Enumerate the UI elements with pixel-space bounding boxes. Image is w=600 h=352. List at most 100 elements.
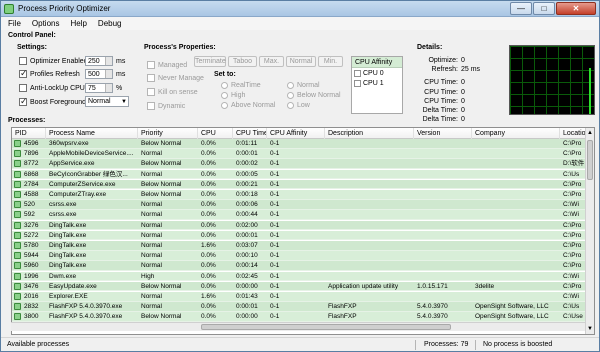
radio-normal[interactable]: Normal: [287, 82, 320, 89]
horizontal-scrollbar[interactable]: [11, 322, 585, 331]
scroll-thumb[interactable]: [587, 140, 593, 180]
scroll-down-icon[interactable]: ▼: [586, 324, 594, 334]
table-cell: 0:00:01: [236, 231, 258, 239]
cpu-affinity-item-1[interactable]: CPU 1: [352, 78, 402, 88]
table-row[interactable]: 4588 ComputerZTray.exe Below Normal 0.0% 0:0…: [12, 190, 586, 200]
max-priority-button[interactable]: Max.: [259, 56, 284, 67]
column-header-process-name[interactable]: Process Name: [46, 128, 138, 139]
anti-lockup-input[interactable]: 75: [85, 83, 113, 93]
table-row[interactable]: 8772 AppService.exe Below Normal 0.0% 0:00:0…: [12, 159, 586, 170]
table-row[interactable]: 5960 DingTalk.exe Normal 0.0% 0:00:14 0-1 C:\P…: [12, 261, 586, 272]
table-row[interactable]: 3800 FlashFXP 5.4.0.3970.exe Below Normal 0…: [12, 312, 586, 323]
table-row[interactable]: 4596 360wpsrv.exe Below Normal 0.0% 0:01:11 0…: [12, 139, 586, 149]
table-row[interactable]: 7896 AppleMobileDeviceService.... Normal 0.…: [12, 149, 586, 159]
table-row[interactable]: 1996 Dwm.exe High 0.0% 0:02:45 0-1 C:\Wi: [12, 271, 586, 282]
table-cell: 0:00:14: [236, 262, 258, 270]
vertical-scrollbar[interactable]: ▲ ▼: [585, 128, 594, 334]
radio-dot[interactable]: [287, 82, 294, 89]
radio-below-normal[interactable]: Below Normal: [287, 92, 341, 99]
table-row[interactable]: 2832 FlashFXP 5.4.0.3970.exe Normal 0.0% 0:0…: [12, 302, 586, 312]
table-row[interactable]: 5944 DingTalk.exe Normal 0.0% 0:00:10 0-1 C:\P…: [12, 251, 586, 261]
radio-below-normal-label: Below Normal: [297, 92, 341, 99]
close-button[interactable]: ✕: [556, 2, 596, 15]
terminate-button[interactable]: Terminate: [194, 56, 226, 67]
checkbox-box[interactable]: [354, 69, 361, 77]
checkbox-box[interactable]: [19, 57, 27, 65]
table-row[interactable]: 6868 BeCyIconGrabber 绿色汉... Normal 0.0% 0:00…: [12, 169, 586, 180]
radio-realtime[interactable]: RealTime: [221, 82, 261, 89]
radio-dot[interactable]: [221, 92, 228, 99]
delta-time-value-2: 0: [461, 116, 465, 123]
min-priority-button[interactable]: Min.: [318, 56, 343, 67]
menu-options[interactable]: Options: [32, 17, 60, 30]
menu-debug[interactable]: Debug: [98, 17, 122, 30]
table-row[interactable]: 2016 Explorer.EXE Normal 1.6% 0:01:43 0-1 C:\W…: [12, 292, 586, 302]
checkbox-box[interactable]: [147, 88, 155, 96]
column-header-pid[interactable]: PID: [12, 128, 46, 139]
cpu-affinity-list[interactable]: CPU Affinity CPU 0 CPU 1: [351, 56, 403, 114]
column-header-cpu[interactable]: CPU: [198, 128, 233, 139]
column-header-cpu-affinity[interactable]: CPU Affinity: [267, 128, 325, 139]
checkbox-box[interactable]: [147, 102, 155, 110]
anti-lockup-checkbox[interactable]: Anti-LockUp CPU: [19, 84, 85, 92]
column-header-cpu-time[interactable]: CPU Time: [233, 128, 267, 139]
checkbox-box[interactable]: [354, 79, 361, 87]
table-row[interactable]: 5780 DingTalk.exe Normal 1.6% 0:03:07 0-1 C:\P…: [12, 241, 586, 251]
minimize-button[interactable]: —: [510, 2, 532, 15]
checkbox-box[interactable]: [19, 96, 28, 107]
table-cell: C:\Wi: [563, 211, 579, 219]
radio-high[interactable]: High: [221, 92, 245, 99]
checkbox-box[interactable]: [19, 68, 28, 79]
boost-foreground-checkbox[interactable]: Boost Foreground: [19, 96, 86, 107]
menu-file[interactable]: File: [8, 17, 21, 30]
column-header-company[interactable]: Company: [472, 128, 560, 139]
boost-priority-select[interactable]: Normal ▼: [85, 96, 129, 107]
table-cell: 0:00:44: [236, 211, 258, 219]
table-cell: 0:00:01: [236, 303, 258, 311]
radio-dot[interactable]: [287, 102, 294, 109]
table-cell: OpenSight Software, LLC: [475, 313, 549, 321]
table-cell: Normal: [141, 231, 162, 239]
optimizer-enabled-checkbox[interactable]: Optimizer Enabled: [19, 57, 88, 65]
managed-checkbox[interactable]: Managed: [147, 61, 187, 69]
never-manage-checkbox[interactable]: Never Manage: [147, 74, 204, 82]
radio-dot[interactable]: [221, 82, 228, 89]
taboo-button[interactable]: Taboo: [228, 56, 257, 67]
kill-on-sense-checkbox[interactable]: Kill on sense: [147, 88, 198, 96]
normal-priority-button[interactable]: Normal: [286, 56, 316, 67]
table-cell: 0.0%: [201, 252, 216, 260]
scroll-up-icon[interactable]: ▲: [586, 128, 594, 138]
radio-dot[interactable]: [221, 102, 228, 109]
process-table[interactable]: PID Process Name Priority CPU CPU Time C…: [11, 127, 595, 335]
column-header-location[interactable]: Locatio: [560, 128, 586, 139]
radio-realtime-label: RealTime: [231, 82, 261, 89]
checkbox-box[interactable]: [19, 84, 27, 92]
radio-above-normal[interactable]: Above Normal: [221, 102, 275, 109]
profiles-refresh-input[interactable]: 500: [85, 69, 113, 79]
radio-above-normal-label: Above Normal: [231, 102, 276, 109]
table-row[interactable]: 3276 DingTalk.exe Normal 0.0% 0:02:00 0-1 C:\P…: [12, 220, 586, 231]
title-bar[interactable]: Process Priority Optimizer — □ ✕: [1, 1, 599, 17]
table-row[interactable]: 2784 ComputerZService.exe Below Normal 0.0%…: [12, 179, 586, 190]
checkbox-box[interactable]: [147, 74, 155, 82]
table-cell: 0.0%: [201, 221, 216, 229]
optimizer-interval-input[interactable]: 250: [85, 56, 113, 66]
column-header-version[interactable]: Version: [414, 128, 472, 139]
column-header-description[interactable]: Description: [325, 128, 414, 139]
column-header-priority[interactable]: Priority: [138, 128, 198, 139]
radio-low[interactable]: Low: [287, 102, 310, 109]
dynamic-checkbox[interactable]: Dynamic: [147, 102, 185, 110]
cpu-affinity-item-0[interactable]: CPU 0: [352, 68, 402, 78]
checkbox-box[interactable]: [147, 61, 155, 69]
table-row[interactable]: 3476 EasyUpdate.exe Below Normal 0.0% 0:00:0…: [12, 281, 586, 292]
maximize-button[interactable]: □: [533, 2, 555, 15]
table-row[interactable]: 592 csrss.exe Normal 0.0% 0:00:44 0-1 C:\Wi: [12, 210, 586, 221]
table-row[interactable]: 520 csrss.exe Normal 0.0% 0:00:06 0-1 C:\Wi: [12, 200, 586, 210]
table-row[interactable]: 5272 DingTalk.exe Normal 0.0% 0:00:01 0-1 C:\P…: [12, 230, 586, 241]
table-cell: csrss.exe: [49, 211, 77, 219]
menu-help[interactable]: Help: [70, 17, 86, 30]
scroll-thumb[interactable]: [201, 324, 451, 330]
profiles-refresh-checkbox[interactable]: Profiles Refresh: [19, 68, 80, 79]
process-icon: [14, 201, 21, 209]
radio-dot[interactable]: [287, 92, 294, 99]
